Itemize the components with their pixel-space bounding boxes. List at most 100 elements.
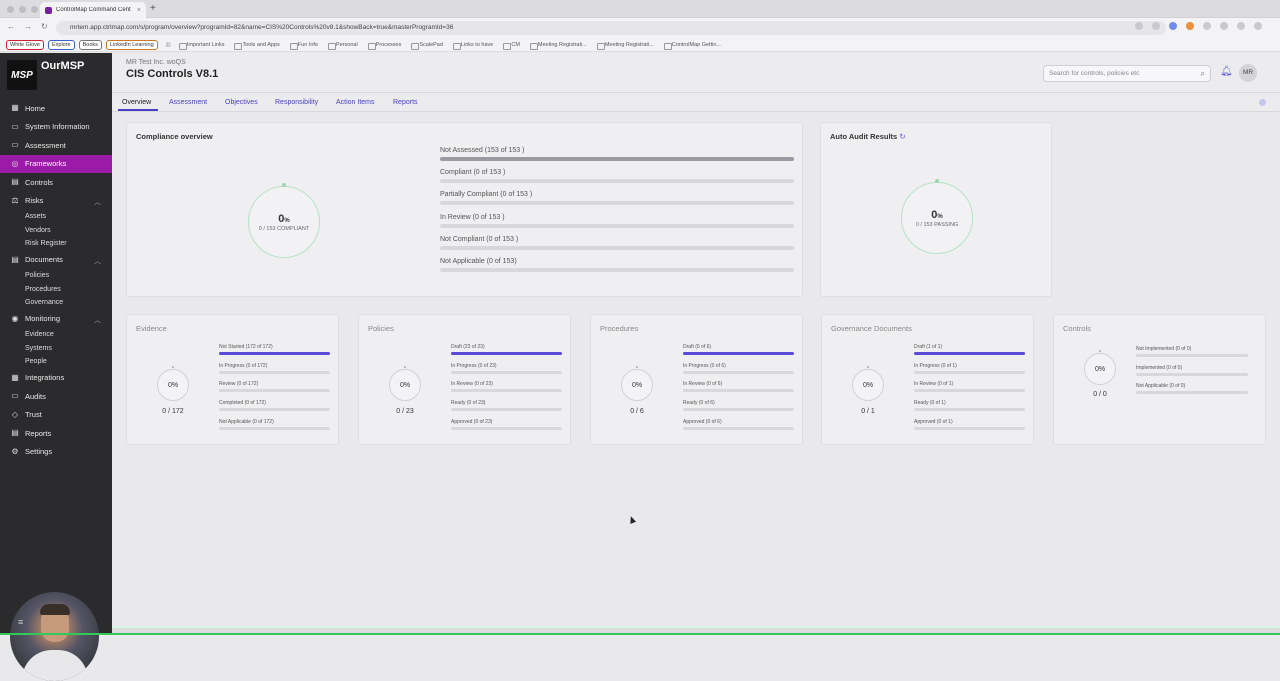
refresh-icon[interactable]: ↻ [899, 132, 905, 141]
extension-icon[interactable] [1203, 22, 1211, 30]
progress-fill [219, 352, 330, 355]
audit-percent: 0% [931, 208, 943, 221]
tab-overview[interactable]: Overview [122, 99, 151, 106]
risk-icon: ⚖ [11, 195, 19, 205]
status-row-label: In Progress (0 of 6) [683, 362, 726, 369]
sidebar-item-assessment[interactable]: ▭ Assessment [0, 136, 112, 155]
progress-bar [1136, 391, 1248, 394]
bookmark-folder[interactable]: Processes [367, 42, 401, 50]
browser-tab[interactable]: ControlMap Command Cent × [40, 2, 146, 18]
bell-icon[interactable]: 🔔︎ [1220, 66, 1233, 77]
collapse-sidebar-icon[interactable]: ≡ [18, 617, 23, 627]
chevron-up-icon[interactable]: ︿ [94, 197, 101, 207]
new-tab-icon[interactable]: + [150, 3, 156, 14]
bookmark-pill[interactable]: Explore [47, 39, 75, 50]
active-tab-indicator [118, 109, 158, 111]
search-input[interactable]: Search for controls, policies etc ⌕ [1043, 65, 1211, 82]
controls-icon: ▤ [11, 177, 19, 187]
tab-assessment[interactable]: Assessment [169, 99, 207, 106]
chevron-up-icon[interactable]: ︿ [94, 256, 101, 266]
sidebar-item-trust[interactable]: ◇ Trust [0, 406, 112, 425]
reload-icon[interactable]: ↻ [41, 22, 48, 31]
tab-responsibility[interactable]: Responsibility [275, 99, 318, 106]
ring-percent: 0% [399, 381, 411, 389]
sidebar-item-frameworks[interactable]: ◎ Frameworks [0, 154, 112, 173]
bookmark-pill[interactable]: LinkedIn Learning [105, 39, 158, 50]
summary-card-controls[interactable]: Controls 0% 0 / 0 Not Implemented (0 of 0) I… [1053, 314, 1266, 445]
star-icon[interactable] [1152, 22, 1160, 30]
apps-icon[interactable]: ▥ [166, 42, 171, 48]
status-row: Approved (0 of 23) [451, 419, 562, 430]
window-controls[interactable] [7, 6, 38, 13]
compliance-percent: 0% [278, 212, 290, 225]
sidebar-item-monitoring[interactable]: ◉ Monitoring ︿ [0, 310, 112, 329]
tab-action-items[interactable]: Action Items [336, 99, 375, 106]
sidebar-item-controls[interactable]: ▤ Controls [0, 173, 112, 192]
sidebar-item-home[interactable]: ▦ Home [0, 99, 112, 118]
bookmark-folder[interactable]: Tools and Apps [234, 42, 280, 50]
summary-card-policies[interactable]: Policies 0% 0 / 23 Draft (23 of 23) In Progr… [358, 314, 571, 445]
sidebar-item-reports[interactable]: ▤ Reports [0, 424, 112, 443]
bookmark-folder[interactable]: Personal [327, 42, 358, 50]
sidebar-subitem-governance[interactable]: Governance [0, 296, 112, 310]
sidebar-item-risks[interactable]: ⚖ Risks ︿ [0, 192, 112, 211]
status-row: Not Started (172 of 172) [219, 344, 330, 355]
status-row: In Review (0 of 6) [683, 381, 794, 393]
sidebar-subitem-vendors[interactable]: Vendors [0, 224, 112, 238]
extension-icon[interactable] [1186, 22, 1194, 30]
chevron-up-icon[interactable]: ︿ [94, 315, 101, 325]
status-row-label: Approved (0 of 1) [914, 418, 953, 425]
url-field[interactable]: mrtem.app.ctrlmap.com/s/program/overview… [56, 21, 1166, 35]
sidebar-item-system-information[interactable]: ▭ System Information [0, 118, 112, 137]
close-tab-icon[interactable]: × [137, 7, 141, 14]
avatar[interactable]: MR [1239, 64, 1257, 82]
browser-tab-strip: ControlMap Command Cent × + [0, 0, 1280, 18]
extension-icon[interactable] [1169, 22, 1177, 30]
progress-bar [440, 157, 794, 161]
sidebar-item-documents[interactable]: ▤ Documents ︿ [0, 251, 112, 270]
sidebar-subitem-assets[interactable]: Assets [0, 210, 112, 224]
bookmark-folder[interactable]: Meeting Registrati... [596, 42, 654, 50]
bookmark-pill[interactable]: Books [78, 39, 102, 50]
tab-objectives[interactable]: Objectives [225, 99, 258, 106]
bookmark-pill[interactable]: White Glove [6, 39, 44, 50]
menu-icon[interactable] [1254, 22, 1262, 30]
sidebar-subitem-procedures[interactable]: Procedures [0, 283, 112, 297]
bookmark-folder[interactable]: CM [503, 42, 520, 50]
zoom-icon[interactable] [1135, 22, 1143, 30]
bookmark-folder[interactable]: Meeting Registrati... [529, 42, 587, 50]
bookmark-folder[interactable]: Important Links [178, 42, 224, 50]
sidebar-item-label: Settings [25, 447, 53, 457]
progress-bar [914, 352, 1025, 355]
back-icon[interactable]: ← [7, 22, 15, 31]
sidebar-subitem-systems[interactable]: Systems [0, 342, 112, 356]
sidebar-item-audits[interactable]: ▭ Audits [0, 387, 112, 406]
logo: MSP [7, 60, 37, 90]
search-icon[interactable]: ⌕ [1201, 66, 1205, 81]
bookmark-folder[interactable]: Links to have [452, 42, 493, 50]
progress-bar [914, 389, 1025, 393]
progress-bar [219, 408, 330, 412]
sidebar-item-settings[interactable]: ⚙ Settings [0, 443, 112, 462]
summary-card-procedures[interactable]: Procedures 0% 0 / 6 Draft (6 of 6) In Progre… [590, 314, 803, 445]
bookmark-folder[interactable]: ScalePad [411, 42, 443, 50]
forward-icon[interactable]: → [24, 22, 32, 31]
compliance-row: Partially Compliant (0 of 153 ) [440, 191, 794, 206]
compliance-row-label: Partially Compliant (0 of 153 ) [440, 191, 533, 199]
status-row-label: Review (0 of 172) [219, 381, 259, 388]
sidebar-subitem-evidence[interactable]: Evidence [0, 328, 112, 342]
card-title: Controls [1063, 324, 1091, 333]
sidebar-subitem-policies[interactable]: Policies [0, 269, 112, 283]
settings-icon[interactable] [1259, 99, 1266, 106]
tab-reports[interactable]: Reports [393, 99, 418, 106]
sidebar-subitem-risk-register[interactable]: Risk Register [0, 237, 112, 251]
extension-icon[interactable] [1220, 22, 1228, 30]
summary-card-evidence[interactable]: Evidence 0% 0 / 172 Not Started (172 of 172… [126, 314, 339, 445]
sidebar-item-label: Trust [25, 410, 42, 420]
profile-icon[interactable] [1237, 22, 1245, 30]
bookmark-folder[interactable]: Fun Info [289, 42, 318, 50]
summary-card-governance-documents[interactable]: Governance Documents 0% 0 / 1 Draft (1 of 1… [821, 314, 1034, 445]
bookmark-folder[interactable]: ControlMap Gettin... [663, 42, 721, 50]
sidebar-subitem-people[interactable]: People [0, 355, 112, 369]
sidebar-item-integrations[interactable]: ▦ Integrations [0, 369, 112, 388]
